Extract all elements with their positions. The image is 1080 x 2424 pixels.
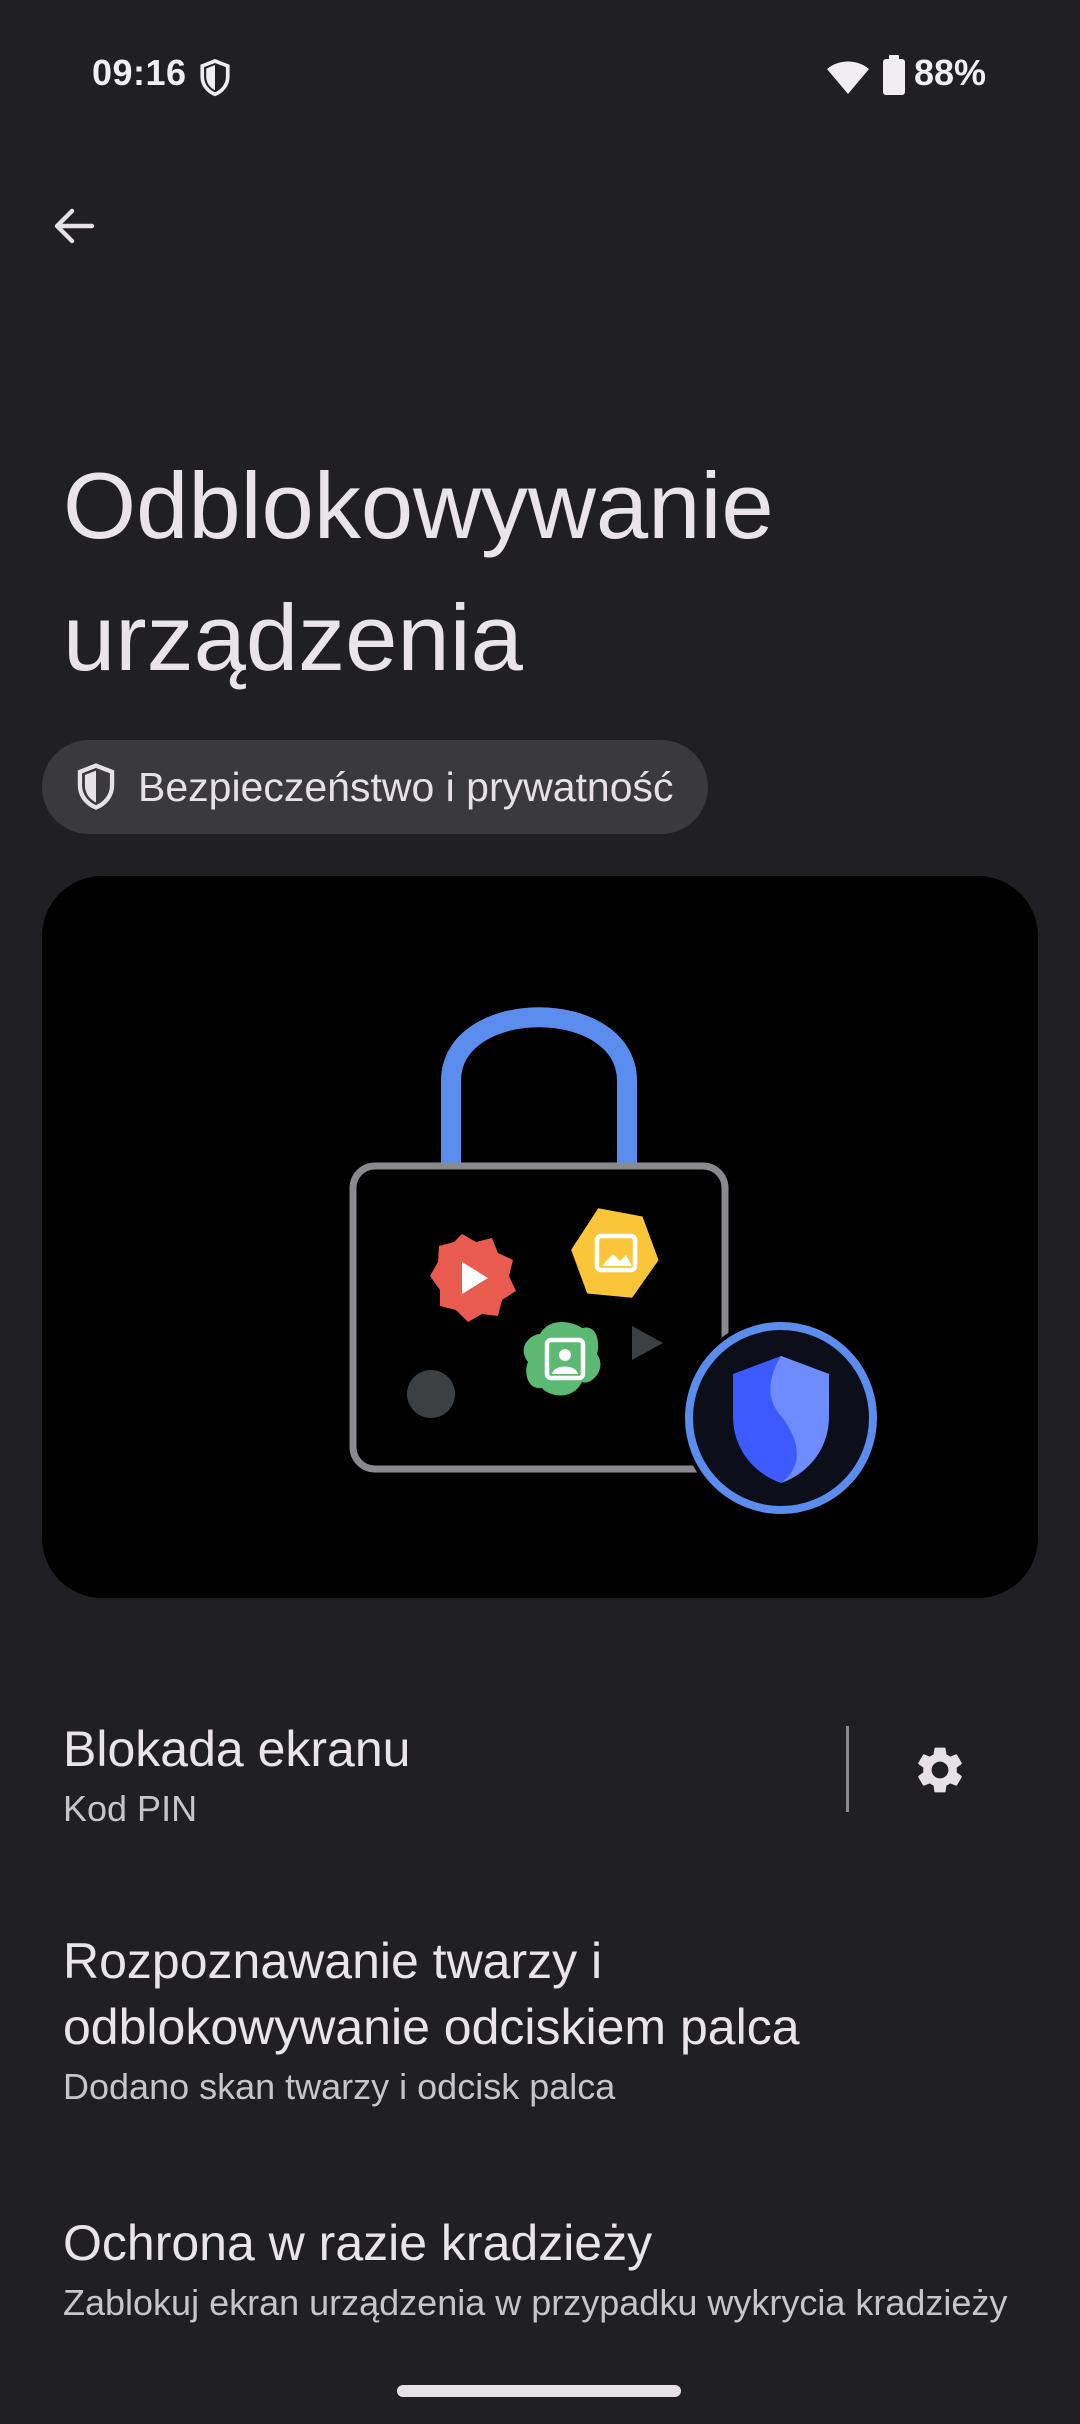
shield-icon: [77, 763, 115, 810]
setting-subtitle: Kod PIN: [63, 1788, 198, 1829]
battery-percent: 88%: [914, 52, 987, 93]
status-time: 09:16: [92, 52, 187, 93]
setting-title: Blokada ekranu: [63, 1721, 411, 1777]
arrow-back-icon: [54, 208, 95, 244]
back-button[interactable]: [36, 188, 112, 264]
page-title: Odblokowywanie urządzenia: [63, 453, 774, 690]
screen-lock-settings-button[interactable]: [898, 1728, 982, 1812]
setting-title: Rozpoznawanie twarzy i odblokowywanie od…: [63, 1933, 800, 2055]
shield-icon: [681, 1318, 881, 1518]
lock-illustration: [42, 876, 1038, 1598]
battery-icon: [883, 55, 905, 95]
breadcrumb-chip[interactable]: Bezpieczeństwo i prywatność: [42, 740, 708, 834]
padlock-icon: [349, 1007, 881, 1518]
setting-face-fingerprint[interactable]: Rozpoznawanie twarzy i odblokowywanie od…: [0, 1918, 1080, 2128]
setting-theft-protection[interactable]: Ochrona w razie kradzieży Zablokuj ekran…: [0, 2200, 1080, 2350]
setting-subtitle: Zablokuj ekran urządzenia w przypadku wy…: [63, 2282, 1008, 2323]
shield-icon: [200, 59, 230, 97]
status-bar: 09:16 88%: [0, 0, 1080, 150]
gear-icon: [918, 1747, 962, 1793]
wifi-icon: [827, 61, 869, 94]
setting-subtitle: Dodano skan twarzy i odcisk palca: [63, 2066, 616, 2107]
divider: [846, 1726, 849, 1812]
breadcrumb-label: Bezpieczeństwo i prywatność: [138, 763, 674, 810]
home-indicator[interactable]: [397, 2385, 681, 2397]
setting-title: Ochrona w razie kradzieży: [63, 2215, 653, 2271]
